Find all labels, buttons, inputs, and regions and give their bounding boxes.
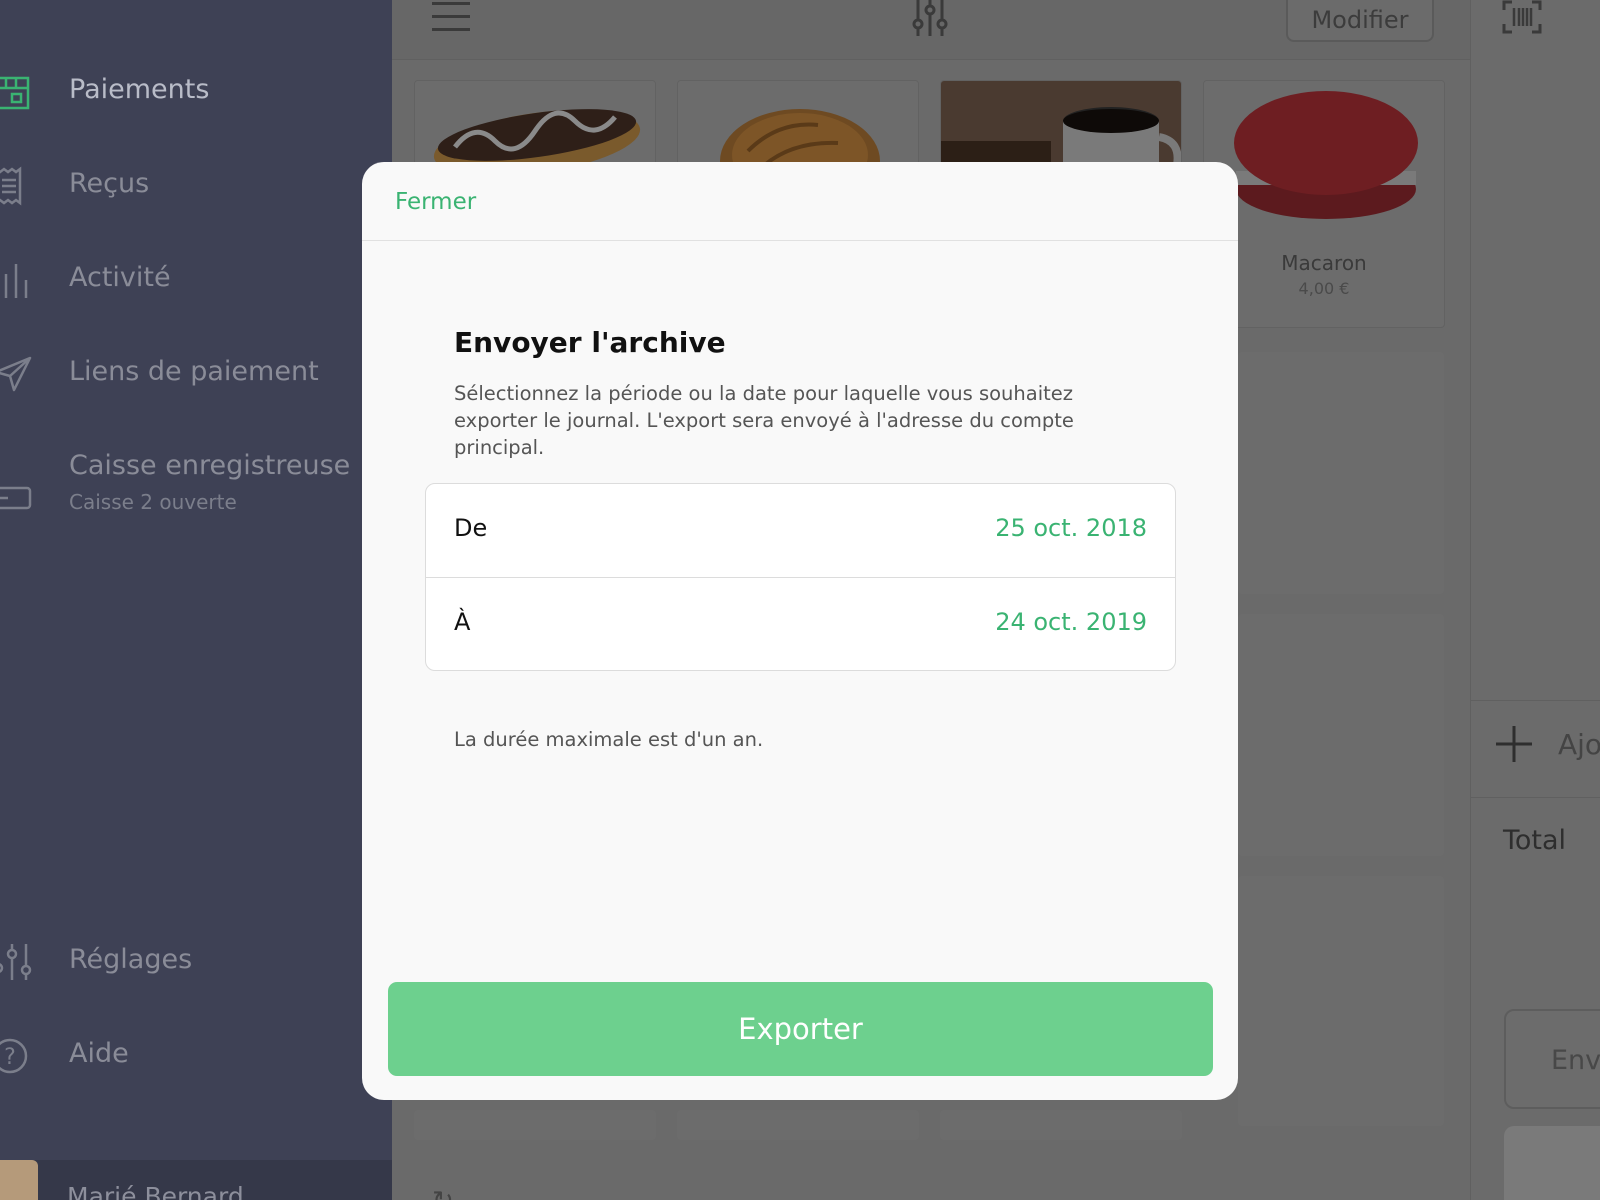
avatar <box>0 1160 38 1200</box>
close-button[interactable]: Fermer <box>395 189 476 215</box>
sidebar-item-liens-de-paiement[interactable]: Liens de paiement <box>0 354 319 394</box>
product-image-macaron <box>1204 81 1444 227</box>
sidebar-item-activite[interactable]: Activité <box>0 260 171 300</box>
register-status: Caisse 2 ouverte <box>69 490 237 514</box>
date-to-label: À <box>454 608 471 636</box>
product-tile[interactable]: Macaron 4,00 € <box>1203 80 1445 328</box>
sidebar-item-caisse-enregistreuse[interactable]: Caisse enregistreuse Caisse 2 ouverte <box>0 448 350 520</box>
shop-icon <box>0 72 32 112</box>
date-from-value[interactable]: 25 oct. 2018 <box>995 514 1147 542</box>
modify-button[interactable]: Modifier <box>1286 0 1434 42</box>
plus-icon <box>1496 726 1532 766</box>
date-from-row[interactable]: De 25 oct. 2018 <box>426 484 1175 577</box>
settings-sliders-icon <box>0 942 32 982</box>
sidebar: Paiements Reçus Activité Liens de paieme… <box>0 0 392 1200</box>
cash-register-icon <box>0 478 32 518</box>
pay-button[interactable] <box>1504 1126 1600 1200</box>
date-to-row[interactable]: À 24 oct. 2019 <box>426 577 1175 670</box>
rotate-icon[interactable]: ↻ <box>432 1186 454 1200</box>
empty-product-slot <box>1238 352 1444 594</box>
add-item-label: Ajo <box>1558 728 1600 761</box>
user-profile[interactable]: Marié Bernard <box>0 1160 392 1200</box>
total-label: Total <box>1503 825 1567 856</box>
sidebar-item-label: Reçus <box>69 168 150 199</box>
empty-product-slot <box>1238 614 1444 856</box>
export-button[interactable]: Exporter <box>388 982 1213 1076</box>
max-duration-note: La durée maximale est d'un an. <box>454 728 764 751</box>
barcode-scanner-icon[interactable] <box>1502 0 1542 38</box>
date-to-value[interactable]: 24 oct. 2019 <box>995 608 1147 636</box>
sidebar-item-recus[interactable]: Reçus <box>0 166 149 206</box>
svg-text:?: ? <box>4 1045 16 1070</box>
modal-description: Sélectionnez la période ou la date pour … <box>454 382 1074 459</box>
activity-icon <box>0 260 32 300</box>
hamburger-menu-icon[interactable] <box>432 2 470 32</box>
export-archive-modal: Fermer Envoyer l'archive Sélectionnez la… <box>362 162 1238 1100</box>
receipt-icon <box>0 166 32 206</box>
product-price: 4,00 € <box>1298 279 1350 298</box>
sidebar-item-label: Réglages <box>69 944 193 975</box>
sidebar-item-label: Aide <box>69 1038 129 1069</box>
send-icon <box>0 354 32 394</box>
empty-product-slot <box>1238 876 1444 1126</box>
sidebar-item-label: Caisse enregistreuse <box>69 450 351 481</box>
modal-title: Envoyer l'archive <box>454 326 726 359</box>
date-from-label: De <box>454 514 488 542</box>
empty-product-slot <box>414 1110 656 1140</box>
empty-product-slot <box>677 1110 919 1140</box>
empty-product-slot <box>940 1110 1182 1140</box>
date-range-card: De 25 oct. 2018 À 24 oct. 2019 <box>425 483 1176 671</box>
modal-header: Fermer <box>362 162 1238 241</box>
sidebar-item-label: Paiements <box>69 74 210 105</box>
user-name: Marié Bernard <box>67 1182 244 1200</box>
send-label: Env <box>1551 1045 1600 1076</box>
sidebar-item-paiements[interactable]: Paiements <box>0 72 209 112</box>
product-name: Macaron <box>1281 251 1367 275</box>
filter-sliders-icon[interactable] <box>910 0 950 40</box>
sidebar-item-aide[interactable]: ? Aide <box>0 1036 129 1076</box>
sidebar-item-reglages[interactable]: Réglages <box>0 942 192 982</box>
sidebar-item-label: Liens de paiement <box>69 356 319 387</box>
sidebar-item-label: Activité <box>69 262 171 293</box>
help-icon: ? <box>0 1036 32 1076</box>
